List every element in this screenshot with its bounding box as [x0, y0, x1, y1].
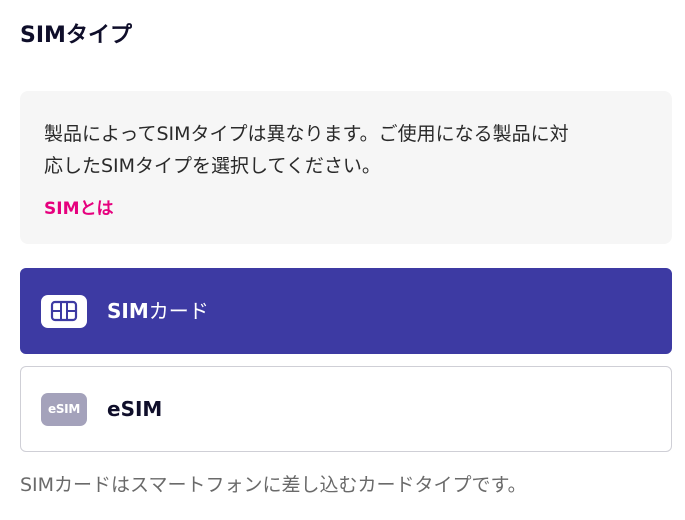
- info-box: 製品によってSIMタイプは異なります。ご使用になる製品に対 応したSIMタイプを…: [20, 91, 672, 244]
- info-text: 製品によってSIMタイプは異なります。ご使用になる製品に対 応したSIMタイプを…: [44, 118, 648, 182]
- info-text-line1: 製品によってSIMタイプは異なります。ご使用になる製品に対: [44, 123, 569, 145]
- option-sim-card[interactable]: SIMカード: [20, 268, 672, 354]
- what-is-sim-link[interactable]: SIMとは: [44, 198, 114, 220]
- sim-type-selector: SIMタイプ 製品によってSIMタイプは異なります。ご使用になる製品に対 応した…: [0, 0, 685, 520]
- section-title-kana: タイプ: [65, 23, 132, 48]
- option-esim[interactable]: eSIM eSIM: [20, 366, 672, 452]
- option-esim-label-latin: eSIM: [107, 397, 163, 421]
- option-esim-label: eSIM: [107, 396, 162, 422]
- sim-card-icon: [41, 294, 87, 328]
- info-text-line2: 応したSIMタイプを選択してください。: [44, 155, 381, 177]
- sim-card-icon-graphic: [50, 300, 78, 322]
- option-sim-card-label-latin: SIM: [107, 299, 149, 323]
- selected-option-description: SIMカードはスマートフォンに差し込むカードタイプです。: [20, 474, 527, 496]
- option-sim-card-label: SIMカード: [107, 298, 209, 324]
- esim-icon: eSIM: [41, 392, 87, 426]
- esim-icon-text: eSIM: [48, 402, 80, 416]
- section-title-latin: SIM: [20, 23, 66, 48]
- option-sim-card-label-kana: カード: [148, 299, 209, 323]
- section-title: SIMタイプ: [20, 22, 132, 50]
